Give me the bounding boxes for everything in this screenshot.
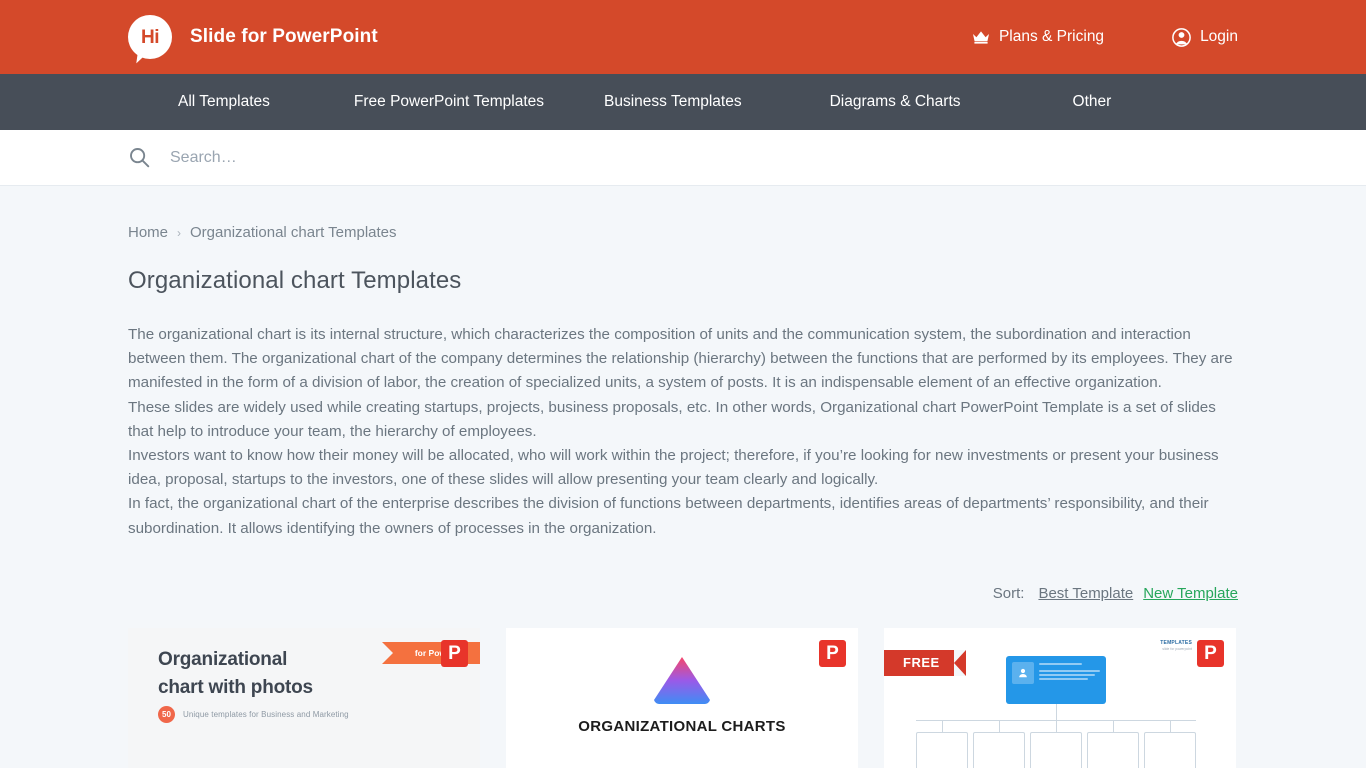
page-title: Organizational chart Templates: [128, 267, 462, 294]
template-card-subtitle-row: 50 Unique templates for Business and Mar…: [158, 705, 349, 723]
description-paragraph-4: In fact, the organizational chart of the…: [128, 495, 1209, 537]
nav-item-free-powerpoint-templates[interactable]: Free PowerPoint Templates: [354, 93, 544, 111]
user-circle-icon: [1172, 27, 1191, 47]
sort-label: Sort:: [992, 584, 1025, 602]
gradient-triangle-icon: [651, 654, 713, 711]
description-paragraph-2: These slides are widely used while creat…: [128, 398, 1216, 440]
description-paragraph-3: Investors want to know how their money w…: [128, 447, 1219, 489]
template-card-title: ORGANIZATIONAL CHARTS: [578, 717, 786, 735]
org-chart-child-node: [1144, 719, 1196, 768]
main-content: Home › Organizational chart Templates Or…: [0, 186, 1366, 768]
org-chart-child-node: [1030, 719, 1082, 768]
breadcrumb-current: Organizational chart Templates: [190, 224, 397, 241]
template-card-grid: for Pow P Organizational chart with phot…: [128, 627, 1238, 768]
template-card[interactable]: FREE P TEMPLATES slide for powerpoint: [884, 627, 1236, 768]
powerpoint-badge: P: [1197, 639, 1224, 667]
person-icon: [1012, 661, 1034, 684]
chevron-right-icon: ›: [177, 225, 182, 240]
brand-title: Slide for PowerPoint: [190, 26, 378, 47]
org-chart-node-text: [1039, 662, 1100, 698]
nav-item-all-templates[interactable]: All Templates: [178, 93, 270, 111]
nav-item-other[interactable]: Other: [1073, 93, 1112, 111]
nav-item-diagrams-and-charts[interactable]: Diagrams & Charts: [830, 93, 961, 111]
template-card-subtitle: Unique templates for Business and Market…: [183, 709, 349, 719]
org-chart-root-node: [1006, 655, 1106, 704]
org-chart-child-node: [1087, 719, 1139, 768]
org-chart-connector: [1056, 703, 1057, 720]
search-bar: [0, 130, 1366, 186]
template-watermark: TEMPLATES slide for powerpoint: [1160, 640, 1192, 651]
org-chart-child-node: [973, 719, 1025, 768]
template-card-title-line-2: chart with photos: [158, 676, 313, 698]
breadcrumb-home-link[interactable]: Home: [128, 224, 168, 241]
brand-logo-group[interactable]: Hi Slide for PowerPoint: [128, 15, 378, 59]
plans-and-pricing-link[interactable]: Plans & Pricing: [972, 28, 1104, 46]
template-card-title-line-1: Organizational: [158, 648, 288, 670]
powerpoint-badge: P: [819, 639, 846, 667]
logo-text: Hi: [141, 26, 160, 48]
nav-item-business-templates[interactable]: Business Templates: [604, 93, 742, 111]
plans-and-pricing-label: Plans & Pricing: [998, 28, 1105, 45]
search-icon[interactable]: [128, 147, 150, 169]
sort-option-new-template[interactable]: New Template: [1143, 585, 1238, 602]
watermark-sub: slide for powerpoint: [1162, 646, 1192, 651]
description-paragraph-1: The organizational chart is its internal…: [128, 326, 1233, 392]
login-label: Login: [1200, 28, 1238, 45]
sort-controls: Sort: Best Template New Template: [128, 585, 1238, 602]
template-card[interactable]: P ORGANIZATIONAL CHARTS: [506, 627, 858, 768]
template-count-badge: 50: [158, 705, 175, 723]
powerpoint-badge: P: [441, 639, 468, 667]
template-card[interactable]: for Pow P Organizational chart with phot…: [128, 627, 480, 768]
site-header: Hi Slide for PowerPoint Plans & Pricing: [0, 0, 1366, 74]
page-description: The organizational chart is its internal…: [128, 323, 1238, 541]
speech-bubble-icon: Hi: [128, 15, 172, 59]
org-chart-child-node: [916, 719, 968, 768]
main-navigation: All Templates Free PowerPoint Templates …: [0, 74, 1366, 130]
free-ribbon: FREE: [884, 649, 966, 676]
crown-icon: [972, 30, 990, 44]
login-link[interactable]: Login: [1172, 27, 1238, 47]
org-chart-children: [916, 719, 1196, 768]
watermark-main: TEMPLATES: [1160, 639, 1192, 646]
search-input[interactable]: [170, 148, 870, 167]
sort-option-best-template[interactable]: Best Template: [1038, 585, 1133, 602]
header-actions: Plans & Pricing Login: [972, 27, 1238, 47]
breadcrumb: Home › Organizational chart Templates: [128, 186, 1238, 241]
template-card-title: Organizational chart with photos: [158, 646, 313, 702]
